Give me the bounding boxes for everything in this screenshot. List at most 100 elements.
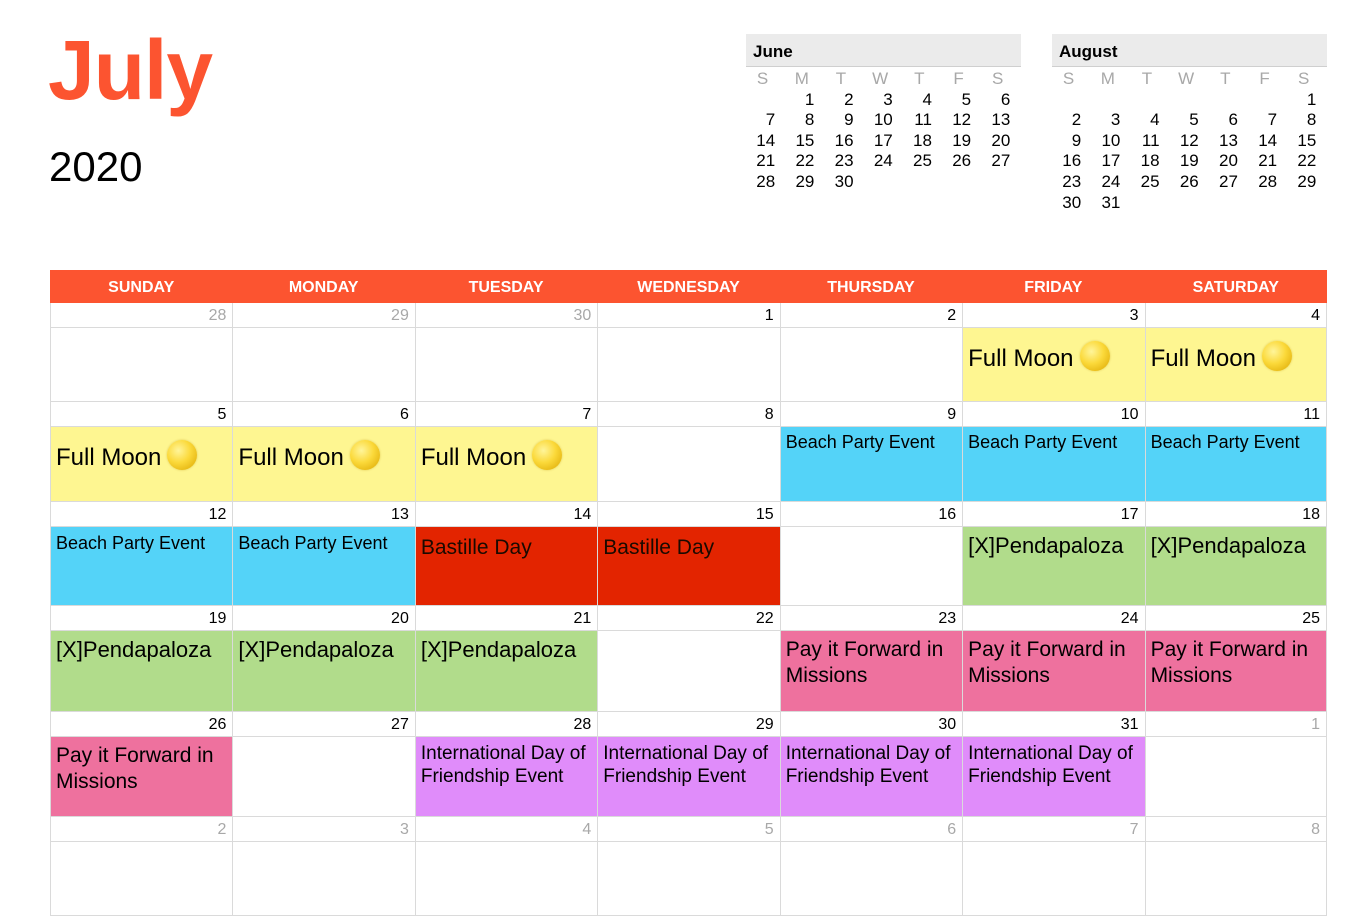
event-pay[interactable]: Pay it Forward in Missions [51, 737, 233, 816]
day-cell[interactable]: 4 Full Moon [1144, 303, 1327, 402]
empty-day-area[interactable] [598, 427, 779, 501]
empty-day-area[interactable] [1146, 842, 1326, 915]
mini-day[interactable]: 11 [903, 110, 942, 131]
day-cell[interactable]: 2 [779, 303, 963, 402]
day-cell[interactable]: 3 [232, 817, 415, 916]
mini-day[interactable]: 17 [864, 131, 903, 152]
day-cell[interactable]: 14 Bastille Day [414, 502, 598, 606]
mini-day[interactable]: 1 [1287, 90, 1326, 111]
event-pay[interactable]: Pay it Forward in Missions [1145, 631, 1326, 711]
day-cell[interactable]: 1 [597, 303, 780, 402]
event-beach2[interactable]: Beach Party Event [233, 527, 415, 605]
mini-day[interactable]: 12 [942, 110, 981, 131]
mini-day[interactable]: 8 [785, 110, 824, 131]
mini-day[interactable]: 2 [1052, 110, 1091, 131]
mini-day[interactable]: 26 [1170, 172, 1209, 193]
event-penda[interactable]: [X]Pendapaloza [415, 631, 598, 711]
day-cell[interactable]: 30 [414, 303, 598, 402]
event-penda[interactable]: [X]Pendapaloza [1145, 527, 1326, 605]
mini-day[interactable]: 27 [1209, 172, 1248, 193]
day-cell[interactable]: 29 International Day of Friendship Event [597, 712, 780, 817]
mini-day[interactable]: 13 [1209, 131, 1248, 152]
day-cell[interactable]: 7 Full Moon [414, 402, 598, 502]
event-pay[interactable]: Pay it Forward in Missions [963, 631, 1145, 711]
mini-day[interactable]: 6 [981, 90, 1020, 111]
day-cell[interactable]: 1 [1144, 712, 1327, 817]
mini-day[interactable]: 20 [1209, 151, 1248, 172]
day-cell[interactable]: 16 [779, 502, 963, 606]
empty-day-area[interactable] [416, 842, 597, 915]
mini-day[interactable]: 9 [824, 110, 863, 131]
mini-day[interactable]: 2 [824, 90, 863, 111]
event-penda[interactable]: [X]Pendapaloza [51, 631, 233, 711]
mini-day[interactable]: 29 [785, 172, 824, 193]
event-penda[interactable]: [X]Pendapaloza [233, 631, 415, 711]
day-cell[interactable]: 11 Beach Party Event [1144, 402, 1327, 502]
mini-day[interactable]: 21 [1248, 151, 1287, 172]
day-cell[interactable]: 6 Full Moon [232, 402, 415, 502]
mini-day[interactable]: 6 [1209, 110, 1248, 131]
mini-day[interactable]: 18 [1130, 151, 1169, 172]
mini-day[interactable]: 8 [1287, 110, 1326, 131]
mini-day[interactable]: 15 [1287, 131, 1326, 152]
day-cell[interactable]: 4 [414, 817, 598, 916]
mini-day[interactable]: 1 [785, 90, 824, 111]
mini-day[interactable]: 28 [1248, 172, 1287, 193]
empty-day-area[interactable] [598, 328, 779, 401]
empty-day-area[interactable] [233, 842, 414, 915]
day-cell[interactable]: 19 [X]Pendapaloza [50, 606, 233, 712]
event-moon[interactable]: Full Moon [415, 427, 598, 501]
mini-day[interactable]: 30 [1052, 193, 1091, 214]
day-cell[interactable]: 28 [50, 303, 233, 402]
mini-day[interactable]: 19 [942, 131, 981, 152]
mini-day[interactable]: 12 [1170, 131, 1209, 152]
empty-day-area[interactable] [51, 328, 232, 401]
empty-day-area[interactable] [781, 527, 962, 605]
day-cell[interactable]: 13 Beach Party Event [232, 502, 415, 606]
mini-day[interactable]: 23 [1052, 172, 1091, 193]
day-cell[interactable]: 28 International Day of Friendship Event [414, 712, 598, 817]
mini-day[interactable]: 3 [864, 90, 903, 111]
day-cell[interactable]: 10 Beach Party Event [962, 402, 1145, 502]
day-cell[interactable]: 30 International Day of Friendship Event [779, 712, 963, 817]
event-intl[interactable]: International Day of Friendship Event [598, 737, 780, 816]
event-moon[interactable]: Full Moon [233, 427, 415, 501]
event-beach[interactable]: Beach Party Event [780, 427, 963, 501]
mini-day[interactable]: 28 [746, 172, 785, 193]
mini-day[interactable]: 4 [903, 90, 942, 111]
mini-day[interactable]: 10 [1091, 131, 1130, 152]
event-bastille[interactable]: Bastille Day [598, 527, 780, 605]
empty-day-area[interactable] [233, 328, 414, 401]
mini-day[interactable]: 13 [981, 110, 1020, 131]
mini-day[interactable]: 25 [1130, 172, 1169, 193]
day-cell[interactable]: 31 International Day of Friendship Event [962, 712, 1145, 817]
day-cell[interactable]: 17 [X]Pendapaloza [962, 502, 1145, 606]
day-cell[interactable]: 29 [232, 303, 415, 402]
mini-day[interactable]: 26 [942, 151, 981, 172]
day-cell[interactable]: 27 [232, 712, 415, 817]
mini-day[interactable]: 16 [824, 131, 863, 152]
mini-day[interactable]: 25 [903, 151, 942, 172]
mini-day[interactable]: 27 [981, 151, 1020, 172]
day-cell[interactable]: 9 Beach Party Event [779, 402, 963, 502]
mini-day[interactable]: 4 [1130, 110, 1169, 131]
event-bastille[interactable]: Bastille Day [415, 527, 598, 605]
event-beach2[interactable]: Beach Party Event [51, 527, 233, 605]
mini-day[interactable]: 24 [1091, 172, 1130, 193]
mini-day[interactable]: 24 [864, 151, 903, 172]
event-moon[interactable]: Full Moon [963, 328, 1145, 401]
event-intl[interactable]: International Day of Friendship Event [415, 737, 598, 816]
day-cell[interactable]: 26 Pay it Forward in Missions [50, 712, 233, 817]
mini-day[interactable]: 21 [746, 151, 785, 172]
empty-day-area[interactable] [598, 842, 779, 915]
day-cell[interactable]: 7 [962, 817, 1145, 916]
mini-day[interactable]: 19 [1170, 151, 1209, 172]
day-cell[interactable]: 12 Beach Party Event [50, 502, 233, 606]
mini-day[interactable]: 5 [1170, 110, 1209, 131]
event-pay[interactable]: Pay it Forward in Missions [780, 631, 963, 711]
day-cell[interactable]: 23 Pay it Forward in Missions [779, 606, 963, 712]
empty-day-area[interactable] [416, 328, 597, 401]
mini-day[interactable]: 7 [1248, 110, 1287, 131]
event-penda[interactable]: [X]Pendapaloza [963, 527, 1145, 605]
day-cell[interactable]: 22 [597, 606, 780, 712]
